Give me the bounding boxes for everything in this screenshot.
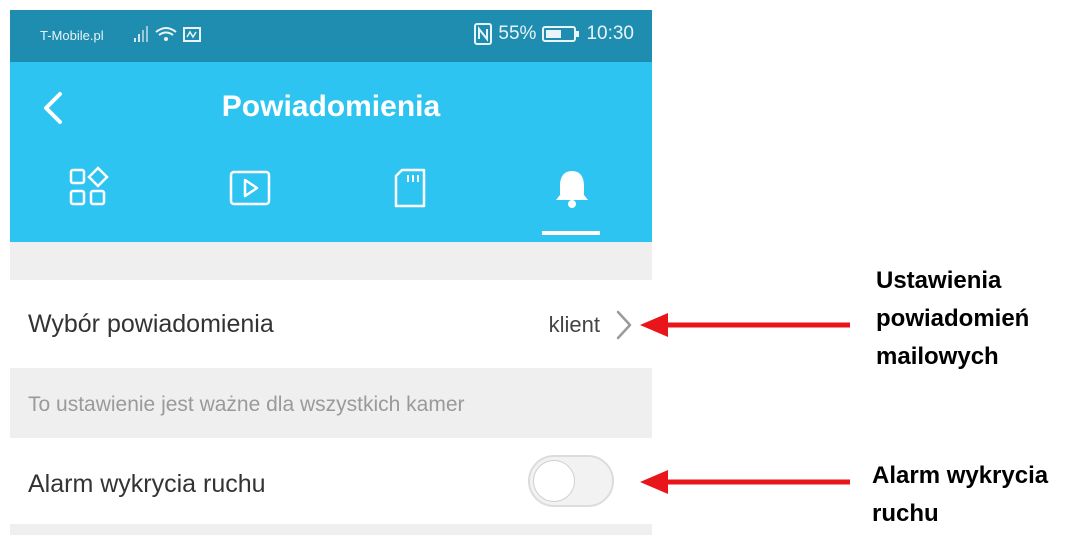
annotation-line: Ustawienia bbox=[876, 267, 1002, 294]
arrow-motion-alarm bbox=[640, 470, 850, 494]
tab-sd-card-icon[interactable] bbox=[388, 166, 432, 210]
tab-play-icon[interactable] bbox=[228, 166, 272, 210]
battery-icon bbox=[542, 26, 580, 42]
carrier-label: T-Mobile.pl bbox=[40, 28, 104, 43]
annotation-line: Alarm wykrycia bbox=[872, 462, 1049, 489]
notification-choice-value: klient bbox=[548, 312, 600, 337]
annotation-line: mailowych bbox=[876, 343, 999, 370]
status-bar: T-Mobile.pl 55% 10:30 bbox=[10, 10, 652, 62]
selected-tab-indicator bbox=[542, 231, 600, 235]
notification-choice-label: Wybór powiadomienia bbox=[28, 310, 274, 338]
arrow-email-settings bbox=[640, 313, 850, 337]
phone-screen: T-Mobile.pl 55% 10:30 Powiadomienia Wybó… bbox=[10, 10, 652, 535]
annotation-line: ruchu bbox=[872, 500, 939, 527]
page-title: Powiadomienia bbox=[221, 90, 441, 123]
motion-alarm-label: Alarm wykrycia ruchu bbox=[28, 470, 266, 498]
nfc-icon bbox=[474, 23, 493, 45]
motion-alarm-toggle[interactable] bbox=[528, 455, 614, 507]
annotation-line: powiadomień bbox=[876, 305, 1030, 332]
settings-note: To ustawienie jest ważne dla wszystkich … bbox=[28, 393, 465, 416]
chevron-right-icon bbox=[616, 310, 632, 340]
toggle-knob bbox=[533, 460, 575, 502]
signal-wifi-icons bbox=[134, 26, 201, 42]
clock: 10:30 bbox=[586, 23, 634, 44]
tab-bell-icon[interactable] bbox=[550, 166, 594, 210]
annotation-email-settings: Ustawienia powiadomień mailowych bbox=[876, 262, 1029, 376]
battery-percent: 55% bbox=[498, 23, 537, 44]
status-right: 55% 10:30 bbox=[474, 23, 634, 45]
notification-choice-row[interactable]: Wybór powiadomienia klient bbox=[10, 280, 652, 368]
annotation-motion-alarm: Alarm wykrycia ruchu bbox=[872, 457, 1048, 533]
app-bar: Powiadomienia bbox=[10, 62, 652, 242]
tab-apps-icon[interactable] bbox=[67, 166, 111, 210]
